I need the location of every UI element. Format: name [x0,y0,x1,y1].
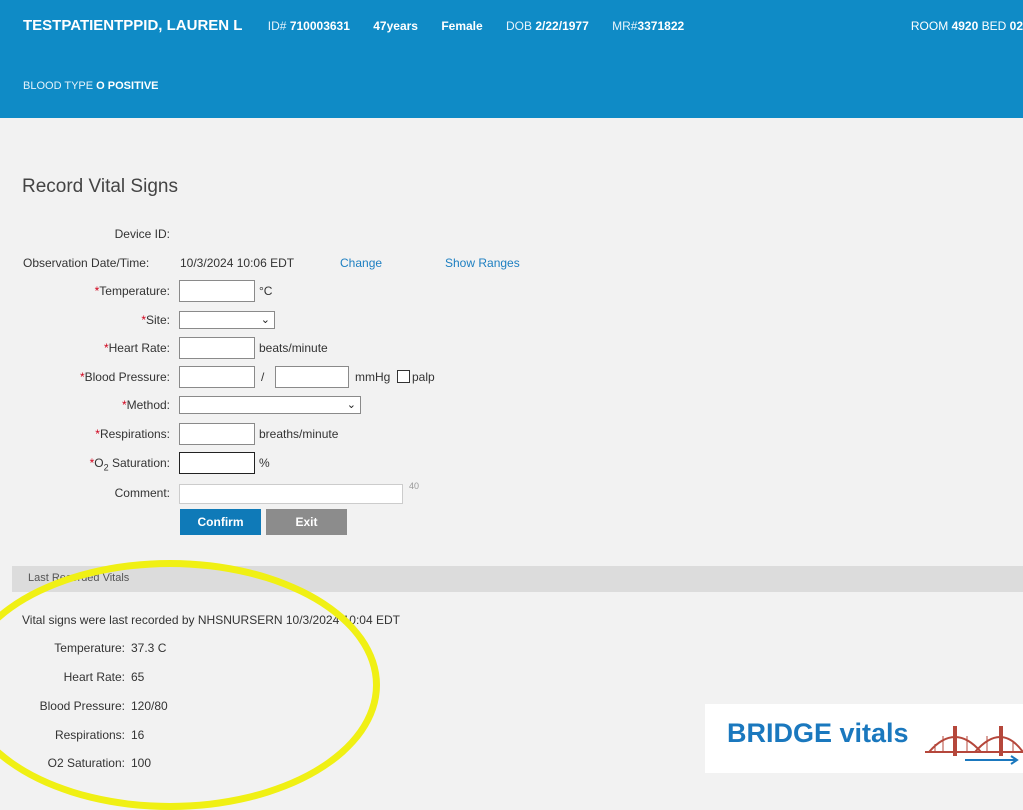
systolic-input[interactable] [179,366,255,388]
patient-id: ID# 710003631 [267,19,350,33]
heart-rate-unit: beats/minute [259,341,328,355]
room-bed: ROOM 4920 BED 02 [910,19,1023,33]
temperature-unit: °C [259,284,273,298]
comment-input[interactable] [179,484,403,504]
patient-dob: DOB 2/22/1977 [506,19,589,33]
observation-value: 10/3/2024 10:06 EDT [180,256,295,270]
show-ranges-link[interactable]: Show Ranges [445,256,520,270]
device-id-row: Device ID: [0,223,600,245]
blood-type: BLOOD TYPE O POSITIVE [23,80,159,92]
chevron-down-icon: ⌄ [346,399,356,411]
temperature-row: *Temperature: °C [0,280,600,302]
patient-mr: MR#3371822 [612,19,685,33]
method-select[interactable]: ⌄ [179,396,361,414]
patient-name: TESTPATIENTPPID, LAUREN L [23,17,243,34]
bridge-vitals-logo: BRIDGE vitals [705,704,1023,773]
bridge-icon [925,726,1023,765]
o2-input[interactable] [179,452,255,474]
site-label: *Site: [141,313,170,327]
o2-label: *O2 Saturation: [89,456,170,473]
patient-sex: Female [441,19,483,33]
palp-checkbox[interactable] [397,370,410,383]
method-row: *Method: ⌄ [0,394,600,416]
palp-label: palp [412,370,435,384]
respirations-input[interactable] [179,423,255,445]
heart-rate-input[interactable] [179,337,255,359]
chevron-down-icon: ⌄ [260,314,270,326]
respirations-unit: breaths/minute [259,427,339,441]
site-select[interactable]: ⌄ [179,311,275,329]
heart-rate-row: *Heart Rate: beats/minute [0,337,600,359]
comment-row: Comment: 40 [0,481,600,504]
bp-unit: mmHg [355,370,391,384]
confirm-button[interactable]: Confirm [180,509,261,535]
comment-max-length: 40 [409,481,420,491]
comment-label: Comment: [114,486,170,500]
patient-banner: TESTPATIENTPPID, LAUREN L ID# 710003631 … [0,0,1023,118]
observation-label: Observation Date/Time: [23,256,150,270]
device-id-label: Device ID: [114,227,170,241]
logo-text: BRIDGE vitals [727,718,909,748]
exit-button[interactable]: Exit [266,509,347,535]
heart-rate-label: *Heart Rate: [103,341,170,355]
o2-unit: % [259,456,270,470]
bp-separator: / [261,370,265,384]
blood-pressure-row: *Blood Pressure: / mmHg palp [0,366,600,388]
page-title: Record Vital Signs [22,176,178,197]
site-row: *Site: ⌄ [0,309,600,331]
patient-age: 47years [373,19,418,33]
observation-row: Observation Date/Time: 10/3/2024 10:06 E… [0,252,600,274]
temperature-label: *Temperature: [94,284,170,298]
temperature-input[interactable] [179,280,255,302]
method-label: *Method: [121,398,170,412]
patient-info-row: TESTPATIENTPPID, LAUREN L ID# 710003631 … [23,17,704,34]
respirations-label: *Respirations: [95,427,170,441]
diastolic-input[interactable] [275,366,349,388]
o2-row: *O2 Saturation: % [0,452,600,474]
respirations-row: *Respirations: breaths/minute [0,423,600,445]
blood-pressure-label: *Blood Pressure: [79,370,170,384]
change-link[interactable]: Change [340,256,382,270]
